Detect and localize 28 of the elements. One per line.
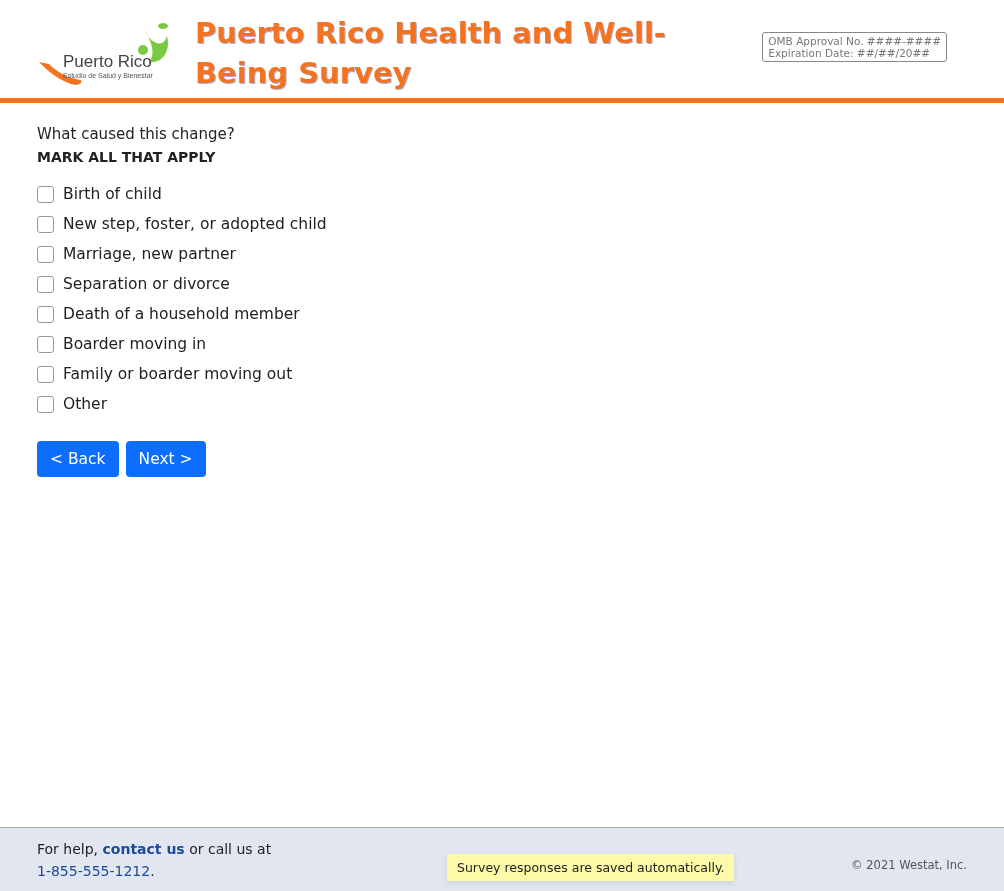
phone-link[interactable]: 1-855-555-1212	[37, 862, 151, 879]
checkbox[interactable]	[37, 215, 54, 233]
option-label[interactable]: Separation or divorce	[63, 275, 230, 293]
option-label[interactable]: Boarder moving in	[63, 335, 207, 353]
option-label[interactable]: Marriage, new partner	[63, 245, 236, 263]
help-text: For help, contact us or call us at 1-855-555-1212.	[37, 839, 273, 881]
option-label[interactable]: Family or boarder moving out	[63, 365, 293, 383]
option-label[interactable]: Death of a household member	[63, 305, 300, 323]
checkbox[interactable]	[37, 365, 54, 383]
checkbox[interactable]	[37, 185, 54, 203]
logo-name: Puerto Rico	[62, 51, 153, 72]
option-label[interactable]: Birth of child	[63, 185, 162, 203]
omb-approval-box: OMB Approval No. ####-#### Expiration Date: ##/##/20##	[762, 32, 947, 62]
checkbox[interactable]	[37, 335, 54, 353]
copyright-text: © 2021 Westat, Inc.	[851, 857, 967, 872]
next-button[interactable]: Next >	[125, 441, 206, 477]
instruction-text: MARK ALL THAT APPLY	[37, 149, 217, 165]
option-label[interactable]: Other	[63, 395, 107, 413]
option-label[interactable]: New step, foster, or adopted child	[63, 215, 327, 233]
survey-title: Puerto Rico Health and Well-Being Survey	[195, 15, 667, 92]
checkbox[interactable]	[37, 275, 54, 293]
question-text: What caused this change?	[37, 125, 236, 143]
contact-link[interactable]: contact us	[102, 840, 185, 857]
checkbox[interactable]	[37, 395, 54, 413]
checkbox[interactable]	[37, 245, 54, 263]
autosave-notice: Survey responses are saved automatically.	[447, 854, 735, 881]
checkbox[interactable]	[37, 305, 54, 323]
back-button[interactable]: < Back	[37, 441, 119, 477]
